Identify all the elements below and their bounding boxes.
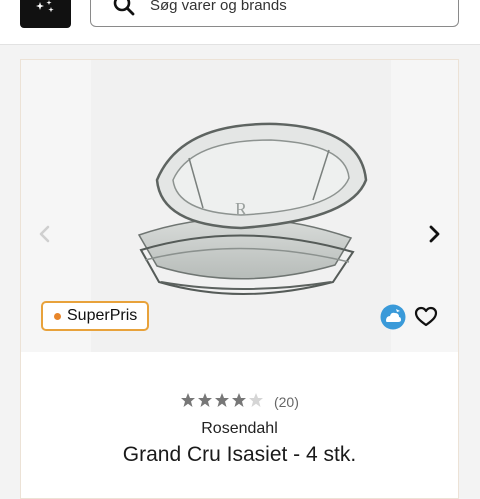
search-placeholder: Søg varer og brands	[150, 0, 287, 14]
star-icon	[232, 393, 247, 407]
product-title[interactable]: Grand Cru Isasiet - 4 stk.	[21, 443, 458, 467]
rating[interactable]: (20)	[21, 392, 458, 411]
search-input[interactable]: Søg varer og brands	[90, 0, 459, 27]
chevron-right-icon[interactable]	[424, 222, 444, 246]
badge-dot	[54, 312, 61, 320]
star-icon	[215, 393, 230, 407]
superpris-badge: SuperPris	[41, 301, 149, 331]
product-card[interactable]: R SuperPris (20) Rosendahl Grand Cru Isa…	[20, 59, 459, 499]
rating-count: (20)	[273, 393, 299, 410]
star-icon	[198, 393, 213, 407]
top-bar: Søg varer og brands	[0, 0, 480, 45]
product-image-carousel[interactable]: R SuperPris	[21, 60, 458, 352]
chevron-left-icon[interactable]	[35, 222, 55, 246]
menu-icon	[36, 0, 54, 13]
star-icon	[181, 393, 196, 407]
search-icon	[113, 0, 135, 16]
heart-icon[interactable]	[414, 305, 438, 329]
star-icon	[249, 393, 264, 407]
badge-label: SuperPris	[67, 307, 138, 324]
product-brand[interactable]: Rosendahl	[21, 420, 458, 438]
menu-button[interactable]	[20, 0, 71, 28]
eco-cloud-icon[interactable]	[380, 304, 406, 330]
rating-stars	[180, 392, 264, 411]
svg-text:R: R	[235, 199, 247, 219]
